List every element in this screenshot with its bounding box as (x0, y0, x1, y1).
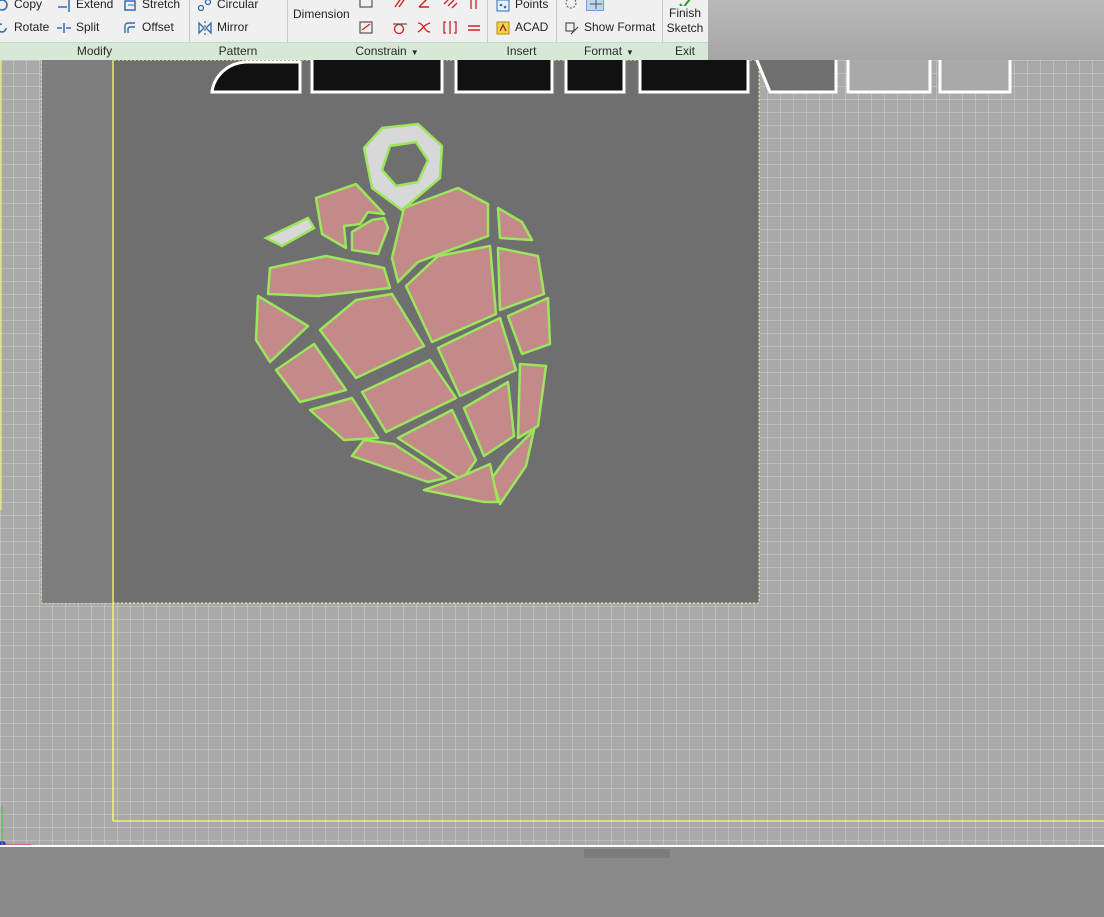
stretch-label: Stretch (142, 0, 181, 11)
rotate-button[interactable]: Rotate (0, 18, 49, 36)
dimension-button[interactable]: Dimension (293, 5, 350, 23)
rotate-icon (0, 20, 10, 36)
show-format-button[interactable]: Show Format (564, 18, 655, 36)
format-panel: Show Format Format ▼ (556, 0, 663, 60)
rotate-label: Rotate (14, 20, 50, 34)
pattern-panel: Circular Mirror Pattern (189, 0, 288, 60)
plate-left-strip (42, 60, 112, 603)
circular-pattern-icon (197, 0, 213, 13)
format-panel-label[interactable]: Format ▼ (556, 42, 662, 60)
stretch-icon (122, 0, 138, 13)
format-dropdown-icon: ▼ (626, 48, 634, 57)
sketch-scene[interactable]: ▸x (0, 60, 1104, 845)
sketch-canvas[interactable]: ▸x (0, 60, 1104, 845)
finish-sketch-button[interactable]: Finish Sketch (662, 0, 708, 42)
exit-panel: Finish Sketch Exit (662, 0, 708, 60)
copy-icon (0, 0, 10, 13)
show-format-label: Show Format (584, 20, 656, 34)
tangent-constraint-icon[interactable] (391, 19, 409, 36)
parallel-constraint-icon[interactable] (391, 0, 409, 11)
mirror-button[interactable]: Mirror (197, 18, 248, 36)
split-label: Split (76, 20, 100, 34)
copy-label: Copy (14, 0, 43, 11)
text-outline-shapes[interactable] (210, 60, 1012, 94)
ribbon-empty-area (708, 0, 1104, 60)
points-button[interactable]: Points (495, 0, 548, 13)
finish-sketch-label-2: Sketch (666, 21, 704, 35)
points-icon (495, 0, 511, 13)
pattern-panel-label[interactable]: Pattern (189, 42, 287, 60)
constrain-panel-label[interactable]: Constrain ▼ (287, 42, 487, 60)
exit-panel-label[interactable]: Exit (662, 42, 708, 60)
modify-panel-label[interactable]: Modify (0, 42, 189, 60)
mirror-icon (197, 20, 213, 36)
copy-button[interactable]: Copy (0, 0, 42, 13)
construction-icon[interactable] (562, 0, 580, 11)
insert-panel: Points ACAD Insert (487, 0, 557, 60)
symmetric-constraint-icon[interactable] (441, 19, 459, 36)
ribbon: Copy Rotate Extend Split Stretch Offset … (0, 0, 1104, 60)
acad-icon (495, 20, 511, 36)
view-tab-placeholder[interactable] (584, 849, 670, 858)
circular-pattern-button[interactable]: Circular (197, 0, 258, 13)
extend-label: Extend (76, 0, 114, 11)
offset-label: Offset (142, 20, 174, 34)
lower-view-region (0, 845, 1104, 917)
horizontal-constraint-icon[interactable] (441, 0, 459, 11)
modify-panel: Copy Rotate Extend Split Stretch Offset … (0, 0, 190, 60)
constraint-tool-2[interactable] (357, 19, 375, 36)
smooth-constraint-icon[interactable] (415, 19, 433, 36)
equal-constraint-icon[interactable] (465, 19, 483, 36)
mirror-label: Mirror (217, 20, 249, 34)
offset-icon (122, 20, 138, 36)
split-button[interactable]: Split (56, 18, 99, 36)
dimension-label: Dimension (293, 7, 350, 21)
acad-button[interactable]: ACAD (495, 18, 548, 36)
offset-button[interactable]: Offset (122, 18, 174, 36)
constrain-panel: Dimension Constrain ▼ (287, 0, 488, 60)
insert-panel-label[interactable]: Insert (487, 42, 556, 60)
stretch-button[interactable]: Stretch (122, 0, 180, 13)
extend-button[interactable]: Extend (56, 0, 113, 13)
acad-label: ACAD (515, 20, 549, 34)
perpendicular-constraint-icon[interactable] (415, 0, 433, 11)
circular-label: Circular (217, 0, 259, 11)
extend-icon (56, 0, 72, 13)
constraint-tool-1[interactable] (357, 0, 375, 11)
show-format-icon (564, 20, 580, 36)
finish-sketch-label-1: Finish (668, 6, 701, 20)
constrain-label-text: Constrain (355, 44, 407, 58)
format-label-text: Format (584, 44, 623, 58)
constrain-dropdown-icon: ▼ (410, 48, 419, 57)
centerline-icon[interactable] (586, 0, 604, 11)
points-label: Points (515, 0, 549, 11)
split-icon (56, 20, 72, 36)
collinear-constraint-icon[interactable] (465, 0, 483, 11)
